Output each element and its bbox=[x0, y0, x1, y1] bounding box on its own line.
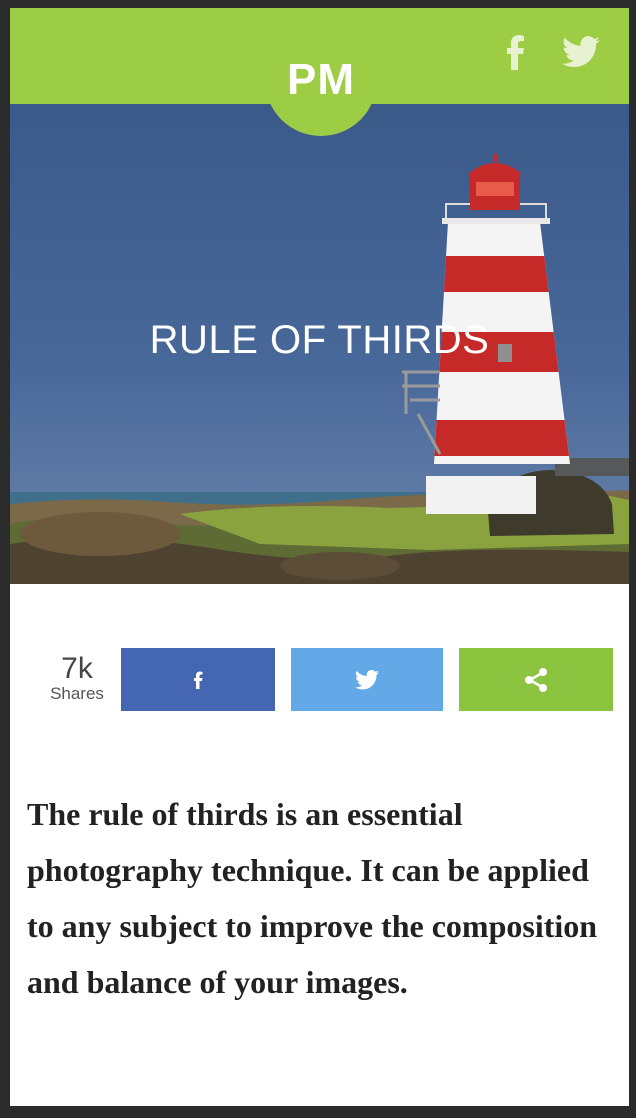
hero-title: RULE OF THIRDS bbox=[149, 318, 490, 362]
hero-image: RULE OF THIRDS bbox=[10, 104, 629, 584]
article-card: PM RULE OF THIRDS 7k Shares The rule of … bbox=[10, 8, 629, 1106]
share-button[interactable] bbox=[459, 648, 613, 711]
twitter-icon bbox=[355, 669, 379, 689]
facebook-icon bbox=[194, 671, 203, 689]
twitter-icon[interactable] bbox=[562, 34, 600, 70]
site-logo[interactable]: PM bbox=[265, 24, 377, 136]
share-count-label: Shares bbox=[50, 684, 104, 703]
facebook-icon[interactable] bbox=[503, 34, 527, 70]
article-text: The rule of thirds is an essential photo… bbox=[27, 796, 598, 1000]
share-icon bbox=[525, 667, 547, 692]
logo-text: PM bbox=[287, 55, 355, 104]
share-count-number: 7k bbox=[61, 652, 93, 685]
share-count: 7k Shares bbox=[38, 654, 116, 704]
facebook-share-button[interactable] bbox=[121, 648, 275, 711]
twitter-share-button[interactable] bbox=[291, 648, 443, 711]
